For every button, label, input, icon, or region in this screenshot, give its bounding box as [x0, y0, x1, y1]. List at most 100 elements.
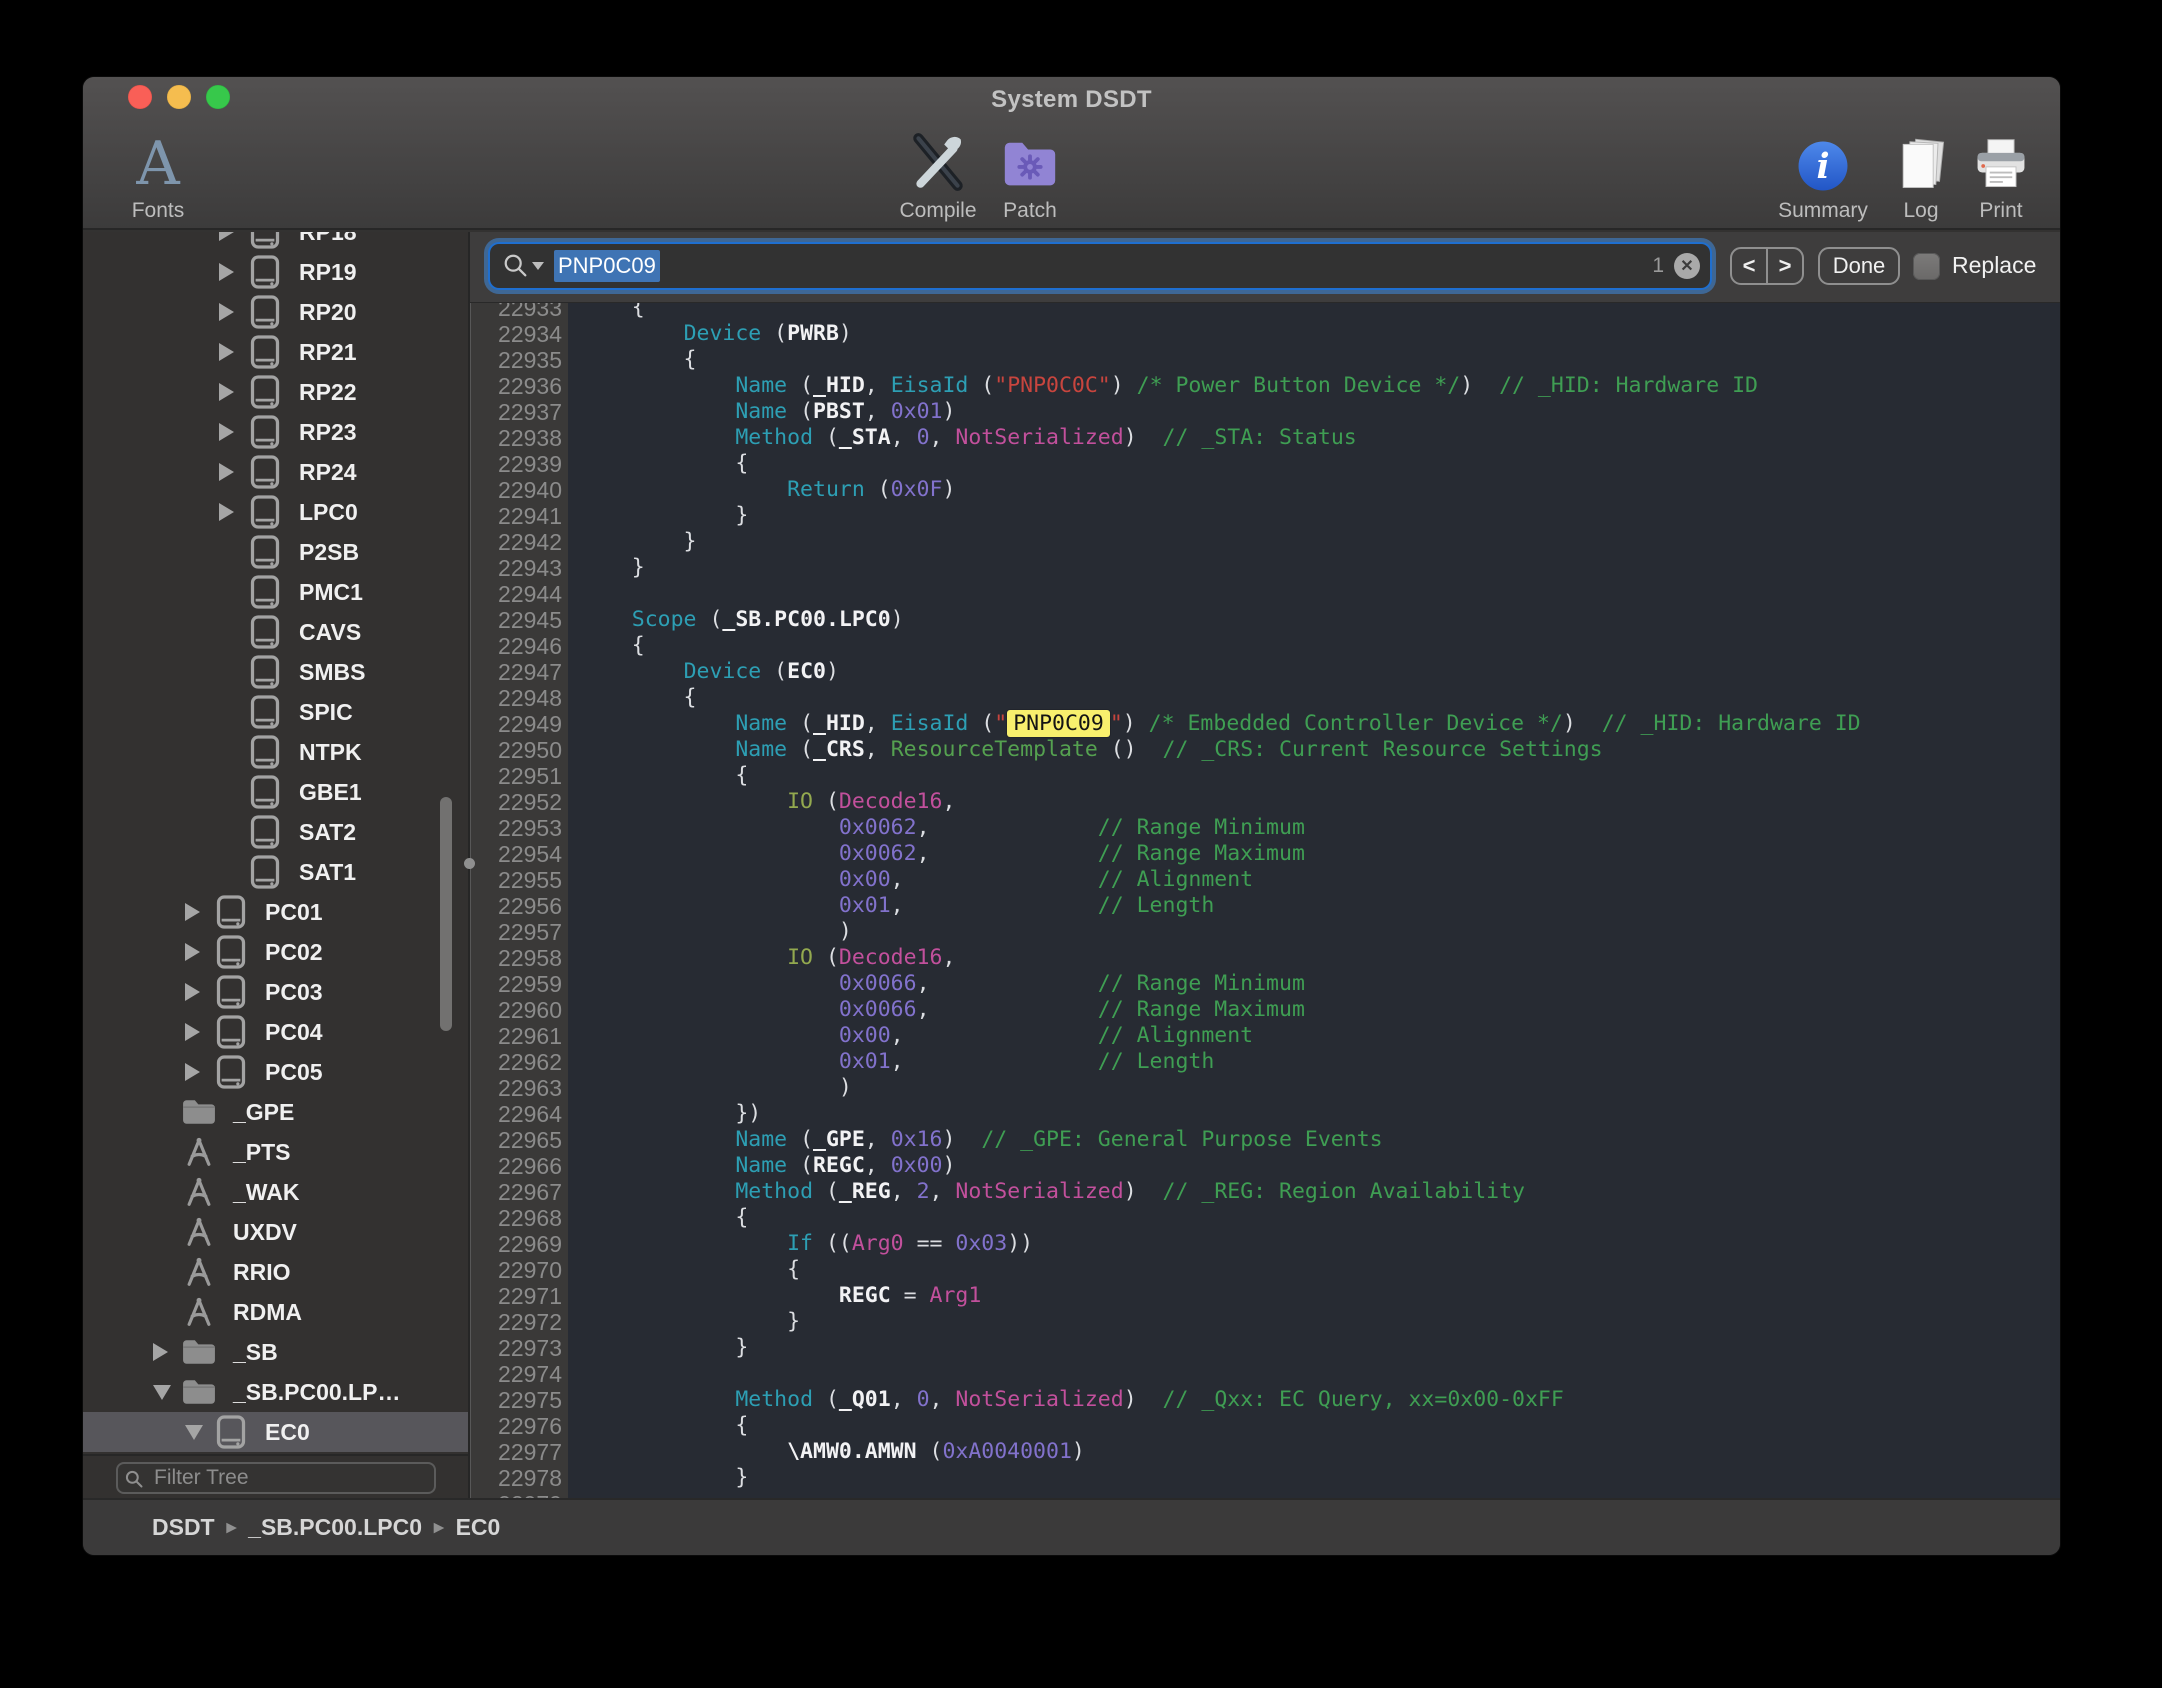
tree-item-_SB.PC00.LP…[interactable]: _SB.PC00.LP…: [83, 1372, 468, 1412]
search-icon[interactable]: [502, 252, 544, 280]
tree-item-UXDV[interactable]: UXDV: [83, 1212, 468, 1252]
disclosure-triangle-icon[interactable]: [185, 1425, 213, 1440]
code-line: Scope (_SB.PC00.LPC0): [580, 607, 2060, 633]
search-input[interactable]: PNP0C09 1 ✕: [490, 244, 1710, 288]
tree-item-RP24[interactable]: RP24: [83, 452, 468, 492]
clear-search-button[interactable]: ✕: [1674, 253, 1700, 279]
tree-item-_SB[interactable]: _SB: [83, 1332, 468, 1372]
tree-item-label: RP20: [299, 299, 357, 326]
code-line: {: [580, 347, 2060, 373]
replace-checkbox[interactable]: [1913, 253, 1940, 280]
breadcrumb-item-DSDT[interactable]: DSDT: [152, 1514, 215, 1541]
tree-item-SAT1[interactable]: SAT1: [83, 852, 468, 892]
method-icon: [181, 1296, 217, 1328]
code-line: [580, 1491, 2060, 1498]
code-line: Name (REGC, 0x00): [580, 1153, 2060, 1179]
code-line: {: [580, 763, 2060, 789]
code-lines: { Device (PWRB) { Name (_HID, EisaId ("P…: [580, 303, 2060, 1498]
device-icon: [247, 854, 283, 890]
line-number: 22963: [471, 1075, 568, 1101]
toolbar-fonts-button[interactable]: A Fonts: [93, 125, 223, 223]
tree-item-RP18[interactable]: RP18: [83, 232, 468, 252]
tree-item-SPIC[interactable]: SPIC: [83, 692, 468, 732]
line-number: 22947: [471, 659, 568, 685]
disclosure-triangle-icon[interactable]: [185, 1023, 213, 1041]
code-line: Method (_Q01, 0, NotSerialized) // _Qxx:…: [580, 1387, 2060, 1413]
disclosure-triangle-icon[interactable]: [153, 1385, 181, 1400]
tree-item-PC01[interactable]: PC01: [83, 892, 468, 932]
tree-item-RP21[interactable]: RP21: [83, 332, 468, 372]
tree-item-SAT2[interactable]: SAT2: [83, 812, 468, 852]
tree-item-PC05[interactable]: PC05: [83, 1052, 468, 1092]
tree-item-PC04[interactable]: PC04: [83, 1012, 468, 1052]
find-next-button[interactable]: >: [1766, 249, 1802, 283]
tree-item-P2SB[interactable]: P2SB: [83, 532, 468, 572]
tree-item-RP23[interactable]: RP23: [83, 412, 468, 452]
disclosure-triangle-icon[interactable]: [219, 343, 247, 361]
folder-icon: [181, 1098, 217, 1126]
code-area[interactable]: { Device (PWRB) { Name (_HID, EisaId ("P…: [568, 303, 2060, 1498]
tree-item-PC02[interactable]: PC02: [83, 932, 468, 972]
code-line: IO (Decode16,: [580, 789, 2060, 815]
tree-item-PMC1[interactable]: PMC1: [83, 572, 468, 612]
find-previous-button[interactable]: <: [1732, 249, 1766, 283]
tree-item-RP22[interactable]: RP22: [83, 372, 468, 412]
device-icon: [247, 374, 283, 410]
svg-text:i: i: [1816, 147, 1829, 187]
disclosure-triangle-icon[interactable]: [153, 1343, 181, 1361]
code-line: 0x0066, // Range Minimum: [580, 971, 2060, 997]
tree-item-LPC0[interactable]: LPC0: [83, 492, 468, 532]
code-line: Name (_CRS, ResourceTemplate () // _CRS:…: [580, 737, 2060, 763]
line-number: 22976: [471, 1413, 568, 1439]
tree-item-NTPK[interactable]: NTPK: [83, 732, 468, 772]
disclosure-triangle-icon[interactable]: [219, 383, 247, 401]
disclosure-triangle-icon[interactable]: [185, 943, 213, 961]
disclosure-triangle-icon[interactable]: [219, 423, 247, 441]
tree-item-RP19[interactable]: RP19: [83, 252, 468, 292]
done-button[interactable]: Done: [1818, 247, 1900, 285]
code-line: 0x00, // Alignment: [580, 867, 2060, 893]
code-editor[interactable]: 2293322934229352293622937229382293922940…: [470, 303, 2060, 1498]
line-number: 22979: [471, 1491, 568, 1498]
disclosure-triangle-icon[interactable]: [219, 503, 247, 521]
sidebar-scrollbar-thumb[interactable]: [440, 797, 452, 1031]
tree-item-RP20[interactable]: RP20: [83, 292, 468, 332]
device-icon: [247, 654, 283, 690]
tree-item-_GPE[interactable]: _GPE: [83, 1092, 468, 1132]
tree-item-label: LPC0: [299, 499, 358, 526]
disclosure-triangle-icon[interactable]: [185, 903, 213, 921]
tree-item-RDMA[interactable]: RDMA: [83, 1292, 468, 1332]
disclosure-triangle-icon[interactable]: [219, 232, 247, 241]
device-icon: [247, 814, 283, 850]
line-number: 22941: [471, 503, 568, 529]
tree-item-SMBS[interactable]: SMBS: [83, 652, 468, 692]
filter-tree-input[interactable]: [116, 1462, 436, 1494]
line-number: 22965: [471, 1127, 568, 1153]
device-icon: [213, 934, 249, 970]
line-number: 22955: [471, 867, 568, 893]
tree-item-label: PC04: [265, 1019, 323, 1046]
disclosure-triangle-icon[interactable]: [219, 303, 247, 321]
toolbar-patch-button[interactable]: Patch: [965, 125, 1095, 223]
print-icon: [1936, 125, 2060, 195]
tree-item-CAVS[interactable]: CAVS: [83, 612, 468, 652]
tree-item-label: P2SB: [299, 539, 359, 566]
sidebar: RP18RP19 RP20 RP21RP22RP23RP24 LPC0 P2SB PMC1…: [83, 232, 470, 1498]
tree-item-label: GBE1: [299, 779, 362, 806]
tree-item-RRIO[interactable]: RRIO: [83, 1252, 468, 1292]
tree-item-_PTS[interactable]: _PTS: [83, 1132, 468, 1172]
folder-icon: [181, 1338, 217, 1366]
breadcrumb-item-EC0[interactable]: EC0: [456, 1514, 501, 1541]
tree-item-PC03[interactable]: PC03: [83, 972, 468, 1012]
disclosure-triangle-icon[interactable]: [185, 983, 213, 1001]
disclosure-triangle-icon[interactable]: [185, 1063, 213, 1081]
tree-item-GBE1[interactable]: GBE1: [83, 772, 468, 812]
tree-item-_WAK[interactable]: _WAK: [83, 1172, 468, 1212]
tree-item-EC0[interactable]: EC0: [83, 1412, 468, 1452]
breadcrumb-item-_SB.PC00.LPC0[interactable]: _SB.PC00.LPC0: [248, 1514, 422, 1541]
disclosure-triangle-icon[interactable]: [219, 263, 247, 281]
disclosure-triangle-icon[interactable]: [219, 463, 247, 481]
code-line: 0x0062, // Range Maximum: [580, 841, 2060, 867]
splitter-handle[interactable]: [464, 858, 475, 869]
toolbar-print-button[interactable]: Print: [1936, 125, 2060, 223]
